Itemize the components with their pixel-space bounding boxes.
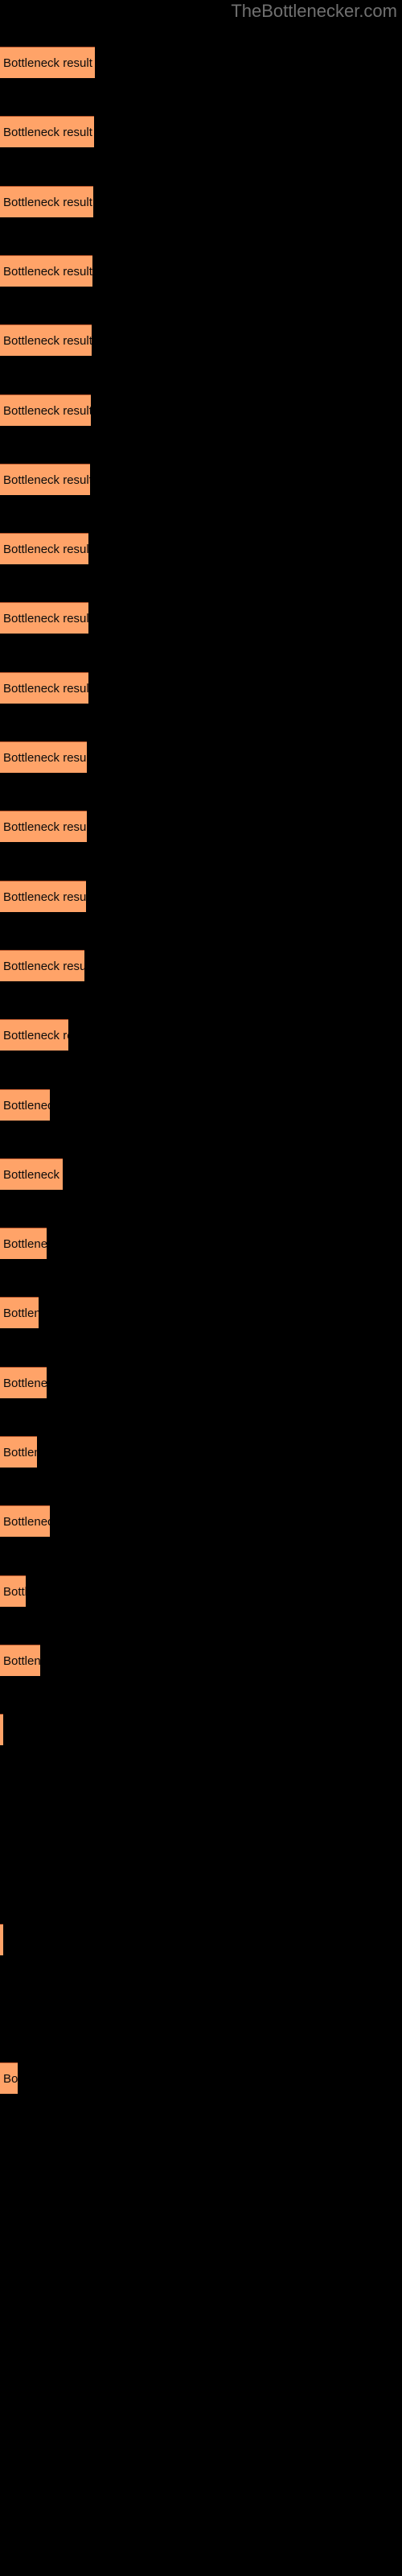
bar-label: Bottleneck result [3,1029,68,1042]
bar-label: Bottleneck result [3,890,86,904]
bar-label: Bottleneck result [3,682,88,696]
bar-row: Bottleneck result [0,1089,50,1121]
bar-label: Bottleneck result [3,1237,47,1251]
bottleneck-result-bar: Bottleneck result [0,1228,47,1259]
bottleneck-result-bar: Bottleneck result [0,1924,3,1955]
bottleneck-result-bar: Bottleneck result [0,1575,26,1607]
bar-row: Bottleneck result [0,1228,47,1259]
bar-row: Bottleneck result [0,1158,63,1190]
bar-row: Bottleneck result [0,464,90,495]
bar-label: Bottleneck result [3,126,92,139]
bar-row: Bottleneck result [0,741,87,773]
bar-row: Bottleneck result [0,1645,40,1676]
bar-row: Bottleneck result [0,255,92,287]
bar-row: Bottleneck result [0,1297,39,1328]
bar-label: Bottleneck result [3,1654,40,1668]
bar-row: Bottleneck result [0,1505,50,1537]
bar-label: Bottleneck result [3,1099,50,1113]
bar-row: Bottleneck result [0,324,92,356]
bar-row: Bottleneck result [0,1436,37,1468]
bottleneck-result-bar: Bottleneck result [0,950,84,981]
bottleneck-result-bar: Bottleneck result [0,324,92,356]
bar-row: Bottleneck result [0,1019,68,1051]
bar-label: Bottleneck result [3,1515,50,1529]
bar-label: Bottleneck result [3,2072,18,2086]
bar-label: Bottleneck result [3,960,84,973]
bar-row: Bottleneck result [0,672,88,704]
bottleneck-result-bar: Bottleneck result [0,533,88,564]
bottleneck-result-bar: Bottleneck result [0,1714,3,1745]
bottleneck-result-bar: Bottleneck result [0,672,88,704]
bar-label: Bottleneck result [3,543,88,556]
bar-label: Bottleneck result [3,612,88,625]
bar-label: Bottleneck result [3,404,91,418]
bar-row: Bottleneck result [0,950,84,981]
bottleneck-result-bar: Bottleneck result [0,1158,63,1190]
bar-label: Bottleneck result [3,473,90,487]
bar-label: Bottleneck result [3,196,92,209]
bar-row: Bottleneck result [0,811,87,842]
bottleneck-result-bar: Bottleneck result [0,394,91,426]
bottleneck-result-bar: Bottleneck result [0,1505,50,1537]
bottleneck-result-bar: Bottleneck result [0,741,87,773]
bottleneck-result-bar: Bottleneck result [0,47,95,78]
bar-label: Bottleneck result [3,751,87,765]
bottleneck-chart: TheBottlenecker.com Bottleneck result Bot… [0,0,402,2576]
bottleneck-result-bar: Bottleneck result [0,1645,40,1676]
bar-label: Bottleneck result [3,1585,26,1599]
bar-row: Bottleneck result [0,2062,18,2094]
bar-label: Bottleneck result [3,1446,37,1459]
bar-row: Bottleneck result [0,533,88,564]
bar-row: Bottleneck result [0,186,93,217]
bottleneck-result-bar: Bottleneck result [0,1089,50,1121]
bar-row: Bottleneck result [0,881,86,912]
bar-label: Bottleneck result [3,1307,39,1320]
bar-label: Bottleneck result [3,265,92,279]
bar-row: Bottleneck result [0,1714,3,1745]
bar-row: Bottleneck result [0,1367,47,1398]
bottleneck-result-bar: Bottleneck result [0,881,86,912]
bar-row: Bottleneck result [0,116,94,147]
bar-row: Bottleneck result [0,47,95,78]
plot-area: Bottleneck result Bottleneck result Bottle… [0,0,402,2576]
bar-row: Bottleneck result [0,1924,3,1955]
bar-label: Bottleneck result [3,1377,47,1390]
bottleneck-result-bar: Bottleneck result [0,1367,47,1398]
bottleneck-result-bar: Bottleneck result [0,602,88,634]
bottleneck-result-bar: Bottleneck result [0,255,92,287]
bottleneck-result-bar: Bottleneck result [0,811,87,842]
bottleneck-result-bar: Bottleneck result [0,186,93,217]
bar-label: Bottleneck result [3,334,92,348]
bottleneck-result-bar: Bottleneck result [0,116,94,147]
bar-row: Bottleneck result [0,394,91,426]
bottleneck-result-bar: Bottleneck result [0,1436,37,1468]
bar-row: Bottleneck result [0,1575,26,1607]
bottleneck-result-bar: Bottleneck result [0,464,90,495]
bar-label: Bottleneck result [3,56,92,70]
bottleneck-result-bar: Bottleneck result [0,2062,18,2094]
bar-label: Bottleneck result [3,1168,63,1182]
bottleneck-result-bar: Bottleneck result [0,1019,68,1051]
bottleneck-result-bar: Bottleneck result [0,1297,39,1328]
bar-row: Bottleneck result [0,602,88,634]
bar-label: Bottleneck result [3,820,87,834]
